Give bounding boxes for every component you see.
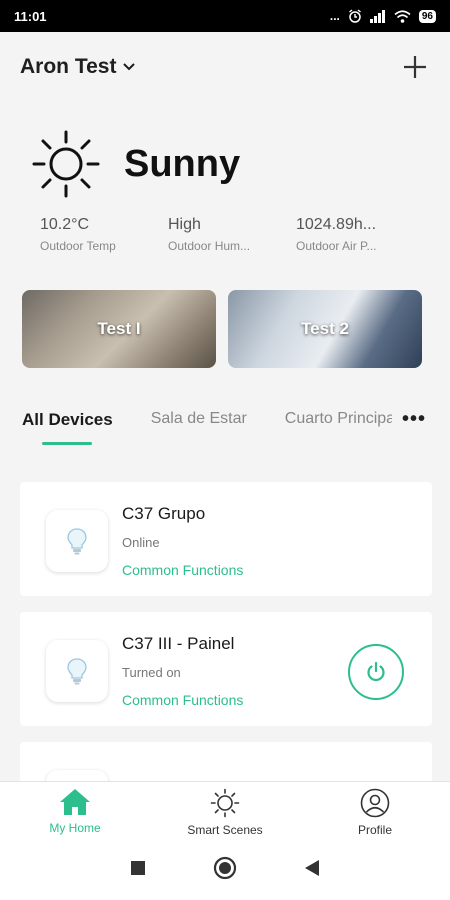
- light-bulb-icon: [67, 528, 87, 555]
- signal-icon: [369, 9, 385, 23]
- device-card-c37-grupo[interactable]: C37 Grupo Online Common Functions: [20, 482, 432, 596]
- system-navigation-bar: [0, 841, 450, 900]
- common-functions-link[interactable]: Common Functions: [122, 692, 243, 708]
- device-icon: [46, 640, 108, 702]
- sun-icon: [210, 788, 240, 818]
- add-button[interactable]: [400, 52, 430, 82]
- status-time: 11:01: [14, 8, 47, 24]
- more-tabs-button[interactable]: •••: [395, 408, 426, 431]
- metric-label: Outdoor Air P...: [296, 239, 377, 253]
- sun-icon: [32, 130, 100, 198]
- header: Aron Test: [0, 32, 450, 102]
- plus-icon: [404, 56, 426, 78]
- common-functions-link[interactable]: Common Functions: [122, 562, 243, 578]
- metric-value: 1024.89h...: [296, 216, 377, 233]
- chevron-down-icon: [123, 63, 136, 71]
- nav-profile[interactable]: Profile: [300, 782, 450, 841]
- scene-label: Test 2: [301, 319, 349, 338]
- home-name: Aron Test: [20, 55, 117, 78]
- scene-label: Test I: [97, 319, 141, 338]
- power-toggle-button[interactable]: [348, 644, 404, 700]
- metric-value: 10.2°C: [40, 216, 90, 233]
- tab-cuarto-principal[interactable]: Cuarto Principal: [285, 410, 392, 428]
- room-tabs: All Devices Sala de Estar Cuarto Princip…: [22, 408, 430, 460]
- square-icon: [131, 861, 145, 875]
- circle-icon: [213, 856, 237, 880]
- device-icon: [46, 510, 108, 572]
- device-card-c37-iii-painel[interactable]: C37 III - Painel Turned on Common Functi…: [20, 612, 432, 726]
- wifi-icon: [394, 9, 411, 23]
- nav-label: Smart Scenes: [187, 823, 263, 837]
- light-bulb-icon: [67, 658, 87, 685]
- bottom-navigation: My Home Smart Scenes Profile: [0, 781, 450, 841]
- nav-label: Profile: [357, 823, 392, 837]
- tab-sala-de-estar[interactable]: Sala de Estar: [151, 410, 247, 428]
- nav-label: My Home: [49, 821, 101, 835]
- active-tab-indicator: [42, 442, 92, 445]
- metric-label: Outdoor Hum...: [168, 239, 251, 253]
- recents-button[interactable]: [131, 861, 145, 880]
- home-selector[interactable]: Aron Test: [20, 55, 136, 79]
- tab-label: Cuarto Principal: [284, 410, 392, 427]
- weather-metrics: 10.2°C Outdoor Temp High Outdoor Hum... …: [40, 216, 424, 253]
- home-icon: [60, 789, 90, 815]
- device-name: C37 Grupo: [122, 504, 206, 523]
- device-status: Online: [122, 535, 160, 550]
- status-bar: 11:01 ... 96: [0, 0, 450, 32]
- device-name: C37 III - Painel: [122, 634, 235, 653]
- profile-icon: [360, 788, 390, 818]
- alarm-icon: [348, 9, 361, 23]
- home-system-button[interactable]: [213, 856, 237, 885]
- nav-my-home[interactable]: My Home: [0, 782, 150, 841]
- battery-indicator: 96: [418, 9, 436, 23]
- nav-smart-scenes[interactable]: Smart Scenes: [150, 782, 300, 841]
- power-icon: [367, 661, 385, 682]
- notification-dots: ...: [329, 9, 340, 23]
- device-status: Turned on: [122, 665, 181, 680]
- tab-all-devices[interactable]: All Devices: [22, 410, 113, 430]
- back-triangle-icon: [305, 860, 319, 876]
- metric-value: High: [168, 216, 201, 233]
- scene-card-test-1[interactable]: Test I: [22, 290, 216, 368]
- status-icons: ... 96: [330, 9, 436, 23]
- back-button[interactable]: [305, 860, 319, 881]
- metric-outdoor-air-pressure: 1024.89h... Outdoor Air P...: [296, 216, 424, 253]
- metric-label: Outdoor Temp: [40, 239, 116, 253]
- metric-outdoor-temp: 10.2°C Outdoor Temp: [40, 216, 168, 253]
- metric-outdoor-humidity: High Outdoor Hum...: [168, 216, 296, 253]
- scene-cards: Test I Test 2: [22, 290, 422, 368]
- weather-condition: Sunny: [124, 142, 241, 185]
- scene-card-test-2[interactable]: Test 2: [228, 290, 422, 368]
- weather-panel[interactable]: Sunny: [30, 128, 240, 200]
